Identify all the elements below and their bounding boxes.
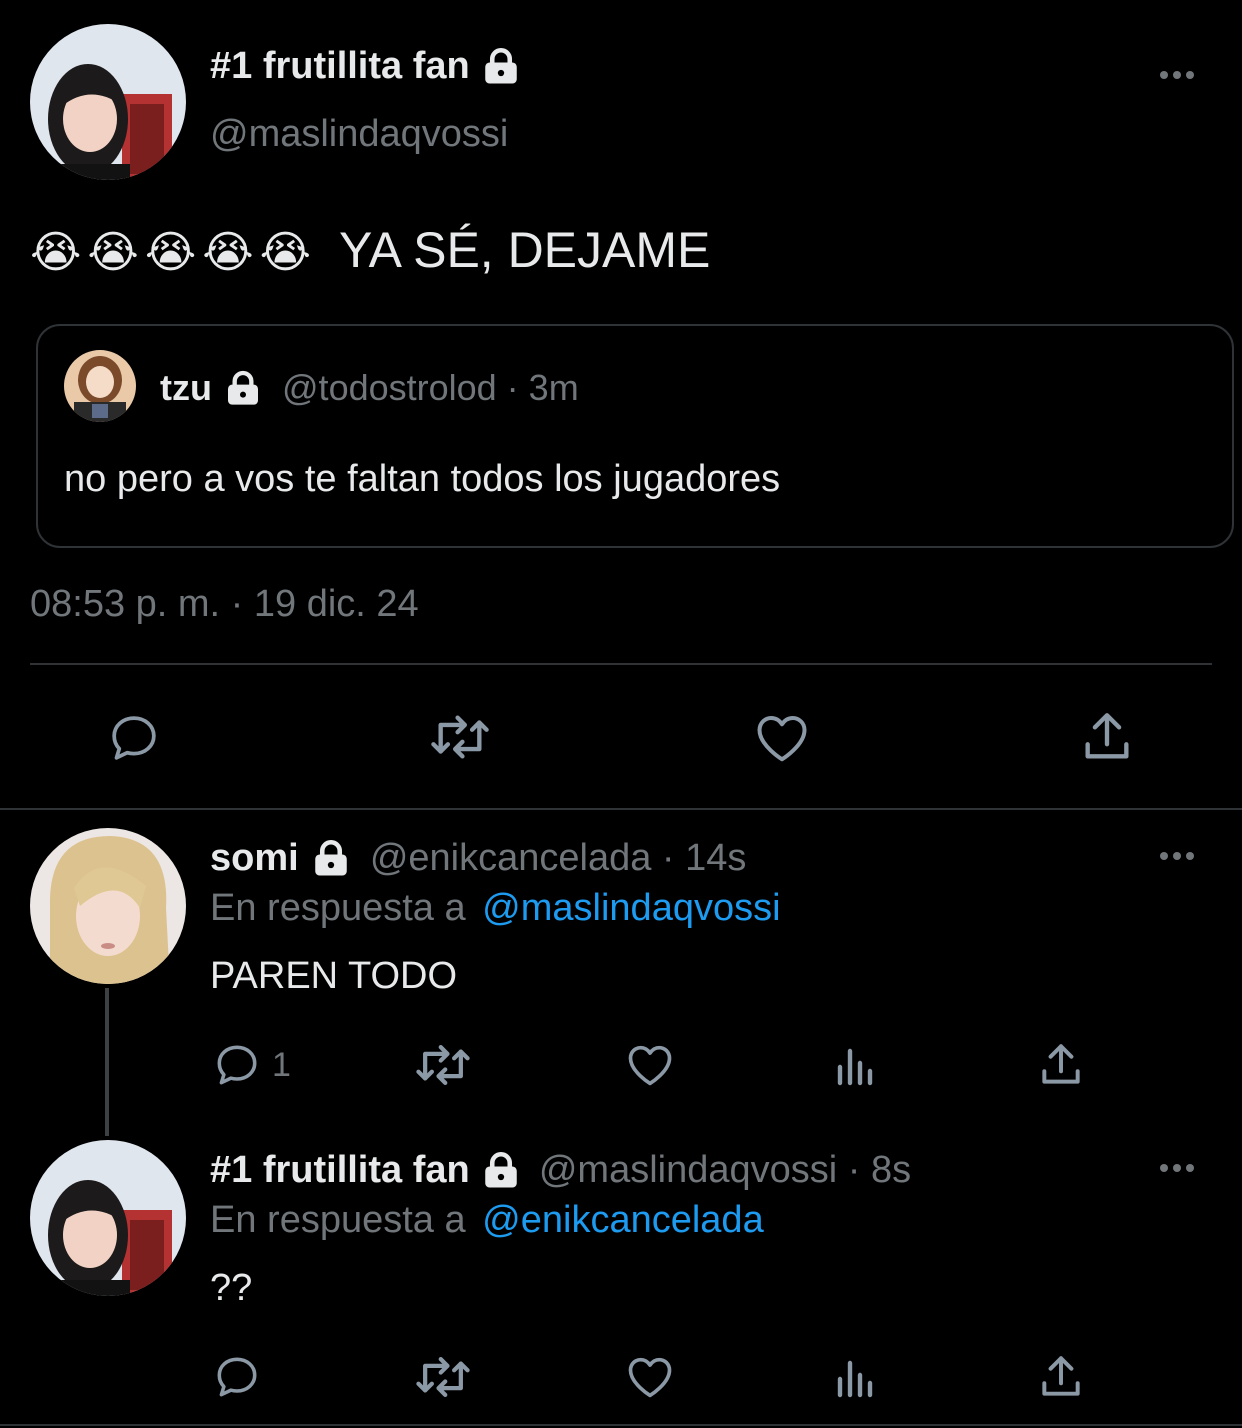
reply1-text: PAREN TODO bbox=[210, 955, 458, 997]
heart-icon[interactable] bbox=[624, 1038, 676, 1092]
quoted-author-name: tzu bbox=[160, 367, 212, 408]
quoted-handle-time: @todostrolod · 3m bbox=[282, 367, 579, 408]
analytics-icon[interactable] bbox=[832, 1352, 880, 1402]
reply1-avatar[interactable] bbox=[30, 828, 186, 984]
thread-line bbox=[105, 988, 109, 1136]
avatar[interactable] bbox=[30, 24, 186, 180]
quoted-text: no pero a vos te faltan todos los jugado… bbox=[64, 458, 781, 500]
lock-icon bbox=[222, 368, 264, 413]
share-icon[interactable] bbox=[1036, 1040, 1086, 1090]
divider bbox=[30, 663, 1212, 665]
tweet-body: YA SÉ, DEJAME bbox=[338, 222, 711, 278]
retweet-icon[interactable] bbox=[414, 1038, 472, 1092]
analytics-icon[interactable] bbox=[832, 1040, 880, 1090]
reply-to-link[interactable]: @maslindaqvossi bbox=[482, 887, 780, 929]
tweet-timestamp[interactable]: 08:53 p. m. · 19 dic. 24 bbox=[30, 582, 419, 626]
retweet-icon[interactable] bbox=[428, 708, 492, 766]
reply1-handle-time: @enikcancelada · 14s bbox=[369, 837, 747, 879]
quoted-tweet[interactable]: tzu @todostrolod · 3m no pero a vos te f… bbox=[36, 324, 1234, 548]
reply-icon[interactable] bbox=[106, 710, 162, 766]
reply1-context: En respuesta a @maslindaqvossi bbox=[210, 886, 781, 930]
author-name: #1 frutillita fan bbox=[210, 44, 522, 91]
reply1-author-name: somi bbox=[210, 837, 299, 879]
tweet-text: 😭😭😭😭😭 YA SÉ, DEJAME bbox=[30, 220, 710, 283]
lock-icon bbox=[309, 837, 353, 883]
reply-count: 1 bbox=[272, 1045, 291, 1084]
lock-icon bbox=[480, 1149, 522, 1195]
reply2-text: ?? bbox=[210, 1267, 253, 1309]
more-icon[interactable] bbox=[1160, 852, 1194, 860]
divider bbox=[0, 1424, 1242, 1426]
reply-icon[interactable] bbox=[212, 1352, 262, 1402]
reply-to-link[interactable]: @enikcancelada bbox=[482, 1199, 764, 1241]
reply-prefix: En respuesta a bbox=[210, 1199, 466, 1241]
lock-icon bbox=[480, 45, 522, 91]
reply2-author-name: #1 frutillita fan bbox=[210, 1149, 470, 1191]
reply2-context: En respuesta a @enikcancelada bbox=[210, 1198, 764, 1242]
emoji-text: 😭😭😭😭😭 bbox=[30, 228, 318, 277]
share-icon[interactable] bbox=[1036, 1352, 1086, 1402]
reply2-avatar[interactable] bbox=[30, 1140, 186, 1296]
reply2-handle-time: @maslindaqvossi · 8s bbox=[538, 1149, 912, 1191]
share-icon[interactable] bbox=[1078, 708, 1136, 766]
quoted-avatar bbox=[64, 350, 136, 422]
more-icon[interactable] bbox=[1160, 71, 1194, 79]
heart-icon[interactable] bbox=[752, 708, 812, 768]
reply-prefix: En respuesta a bbox=[210, 887, 466, 929]
divider bbox=[0, 808, 1242, 810]
retweet-icon[interactable] bbox=[414, 1350, 472, 1404]
reply-icon[interactable]: 1 bbox=[212, 1040, 291, 1090]
heart-icon[interactable] bbox=[624, 1350, 676, 1404]
more-icon[interactable] bbox=[1160, 1164, 1194, 1172]
author-handle[interactable]: @maslindaqvossi bbox=[210, 112, 508, 156]
